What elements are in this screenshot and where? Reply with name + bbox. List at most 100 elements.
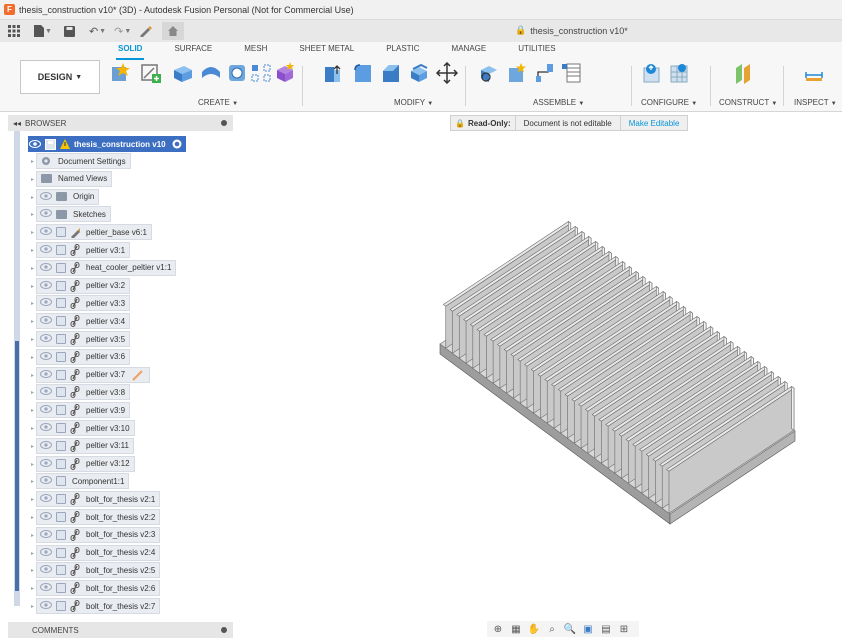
eye-icon[interactable] [40, 244, 52, 256]
expand-arrow-icon[interactable]: ▾ [22, 141, 25, 148]
pin-icon[interactable] [221, 627, 227, 633]
browser-item[interactable]: ▸ bolt_for_thesis v2:2 [31, 509, 161, 525]
move-copy-icon[interactable] [436, 62, 458, 84]
eye-icon[interactable] [40, 386, 52, 398]
browser-item[interactable]: ▸ peltier v3:10 [31, 420, 135, 436]
eye-icon[interactable] [40, 191, 52, 203]
offset-plane-icon[interactable] [733, 62, 755, 84]
configure-menu[interactable]: CONFIGURE ▼ [641, 98, 697, 107]
fillet-icon[interactable] [352, 62, 374, 84]
joint-origin-icon[interactable] [534, 62, 556, 84]
eye-icon[interactable] [40, 529, 52, 541]
browser-item[interactable]: ▸ peltier v3:8 [31, 384, 131, 401]
expand-arrow-icon[interactable]: ▸ [31, 478, 34, 485]
expand-arrow-icon[interactable]: ▸ [31, 158, 34, 165]
tab-solid[interactable]: SOLID [115, 43, 145, 60]
browser-item[interactable]: ▸ Component1:1 [31, 473, 130, 490]
browser-item[interactable]: ▸ peltier v3:12 [31, 455, 135, 472]
make-editable-button[interactable]: Make Editable [619, 115, 689, 131]
eye-icon[interactable] [40, 297, 52, 309]
data-panel-button[interactable] [4, 20, 24, 42]
assemble-menu[interactable]: ASSEMBLE ▼ [533, 98, 584, 107]
new-component-icon[interactable] [110, 62, 132, 84]
as-built-joint-icon[interactable] [506, 62, 528, 84]
eye-icon[interactable] [40, 475, 52, 487]
browser-item[interactable]: ▸ peltier v3:11 [31, 437, 134, 454]
browser-item[interactable]: ▸ Document Settings [31, 153, 131, 169]
expand-arrow-icon[interactable]: ▸ [31, 461, 34, 468]
eye-icon[interactable] [40, 600, 52, 612]
extrude-icon[interactable] [172, 62, 194, 84]
expand-arrow-icon[interactable]: ▸ [31, 265, 34, 272]
expand-arrow-icon[interactable]: ▸ [31, 247, 34, 254]
modify-menu[interactable]: MODIFY ▼ [394, 98, 433, 107]
expand-arrow-icon[interactable]: ▸ [31, 194, 34, 201]
expand-arrow-icon[interactable]: ▸ [31, 425, 34, 432]
expand-arrow-icon[interactable]: ▸ [31, 514, 34, 521]
undo-button[interactable]: ↶ ▼ [85, 20, 110, 42]
browser-item[interactable]: ▸ Sketches [31, 206, 111, 223]
eye-icon[interactable] [40, 351, 52, 363]
zoom-window-icon[interactable]: 🔍 [563, 623, 577, 635]
expand-arrow-icon[interactable]: ▸ [31, 585, 34, 592]
edit-wand-icon[interactable] [131, 369, 145, 381]
browser-item[interactable]: ▸ bolt_for_thesis v2:7 [31, 598, 161, 614]
eye-icon[interactable] [40, 369, 52, 381]
pan-icon[interactable]: ✋ [527, 623, 541, 635]
expand-arrow-icon[interactable]: ▸ [31, 550, 34, 557]
collapse-icon[interactable]: ◂◂ [13, 119, 21, 128]
eye-icon[interactable] [40, 582, 52, 594]
expand-arrow-icon[interactable]: ▸ [31, 372, 34, 379]
model-viewport[interactable] [235, 131, 842, 620]
expand-arrow-icon[interactable]: ▸ [31, 300, 34, 307]
tab-manage[interactable]: MANAGE [452, 43, 487, 57]
browser-header[interactable]: ◂◂ BROWSER [8, 115, 233, 131]
browser-item[interactable]: ▸ peltier v3:5 [31, 331, 131, 347]
eye-icon[interactable] [40, 511, 52, 523]
eye-icon[interactable] [29, 139, 42, 149]
browser-item[interactable]: ▸ peltier v3:9 [31, 402, 131, 419]
home-button[interactable] [162, 22, 185, 40]
browser-item[interactable]: ▸ Named Views [31, 170, 113, 187]
design-history-button[interactable] [135, 20, 156, 42]
revolve-icon[interactable] [200, 62, 222, 84]
create-menu[interactable]: CREATE ▼ [198, 98, 238, 107]
expand-arrow-icon[interactable]: ▸ [31, 389, 34, 396]
expand-arrow-icon[interactable]: ▸ [31, 229, 34, 236]
tab-utilities[interactable]: UTILITIES [518, 43, 555, 57]
tab-mesh[interactable]: MESH [244, 43, 267, 57]
eye-icon[interactable] [40, 440, 52, 452]
eye-icon[interactable] [40, 422, 52, 434]
expand-arrow-icon[interactable]: ▸ [31, 283, 34, 290]
browser-item[interactable]: ▸ peltier v3:7 [31, 366, 151, 383]
tab-surface[interactable]: SURFACE [174, 43, 212, 57]
eye-icon[interactable] [40, 262, 52, 274]
save-button[interactable] [60, 20, 79, 42]
file-menu-button[interactable]: ▼ [30, 20, 56, 42]
browser-item[interactable]: ▸ heat_cooler_peltier v1:1 [31, 259, 177, 276]
zoom-icon[interactable]: ⌕ [545, 623, 559, 635]
browser-item[interactable]: ▸ peltier v3:1 [31, 242, 131, 258]
configure-table-icon[interactable] [642, 62, 664, 84]
expand-arrow-icon[interactable]: ▸ [31, 496, 34, 503]
browser-root-component[interactable]: ▾ thesis_construction v10 [22, 136, 186, 152]
press-pull-icon[interactable] [322, 62, 344, 84]
expand-arrow-icon[interactable]: ▸ [31, 443, 34, 450]
heatsink-model[interactable] [439, 220, 796, 525]
browser-item[interactable]: ▸ peltier v3:4 [31, 313, 131, 330]
browser-item[interactable]: ▸ bolt_for_thesis v2:4 [31, 544, 161, 561]
expand-arrow-icon[interactable]: ▸ [31, 176, 34, 183]
grid-settings-icon[interactable]: ▤ [599, 623, 613, 635]
eye-icon[interactable] [40, 280, 52, 292]
inspect-menu[interactable]: INSPECT ▼ [794, 98, 837, 107]
eye-icon[interactable] [40, 315, 52, 327]
eye-icon[interactable] [40, 208, 52, 220]
browser-item[interactable]: ▸ bolt_for_thesis v2:5 [31, 562, 161, 579]
eye-icon[interactable] [40, 458, 52, 470]
display-settings-icon[interactable]: ▣ [581, 623, 595, 635]
shell-icon[interactable] [408, 62, 430, 84]
eye-icon[interactable] [40, 564, 52, 576]
browser-item[interactable]: ▸ bolt_for_thesis v2:1 [31, 491, 161, 508]
expand-arrow-icon[interactable]: ▸ [31, 407, 34, 414]
hole-icon[interactable] [226, 62, 248, 84]
